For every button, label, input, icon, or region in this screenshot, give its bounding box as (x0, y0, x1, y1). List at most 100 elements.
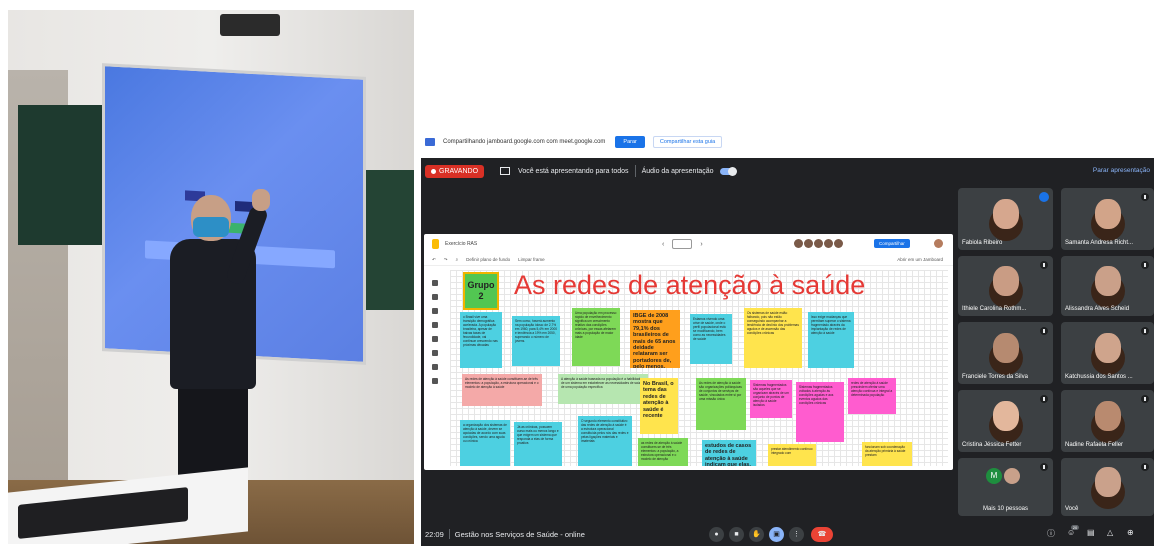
jamboard-logo-icon (432, 239, 439, 249)
people-icon[interactable]: ☺ 20 (1067, 525, 1080, 537)
sticky-note[interactable]: o Brasil vive uma transição demográfica … (460, 312, 502, 368)
avatar (824, 239, 833, 248)
prev-frame-icon[interactable]: ‹ (662, 241, 664, 248)
mic-muted-icon (1040, 463, 1048, 471)
redo-icon[interactable]: ↷ (444, 257, 448, 263)
stop-sharing-button[interactable]: Parar (615, 136, 645, 148)
participant-tile[interactable]: Franciele Torres da Silva (958, 322, 1053, 384)
next-frame-icon[interactable]: › (700, 241, 702, 248)
sticky-note[interactable]: redes de atenção à saúde prescindem ofer… (848, 378, 896, 414)
participant-name: Samanta Andresa Richt... (1065, 240, 1134, 246)
host-controls-icon[interactable]: ⊕ (1127, 528, 1134, 537)
share-this-tab-button[interactable]: Compartilhar esta guia (652, 136, 723, 148)
speaking-indicator-icon (1039, 192, 1049, 202)
undo-icon[interactable]: ↶ (432, 257, 436, 263)
document-title[interactable]: Exercício RAS (445, 241, 477, 247)
sticky-note[interactable]: Os sistemas de saúde estão falhando, poi… (744, 308, 802, 368)
presenting-status: Você está apresentando para todos (518, 167, 629, 175)
participant-tile[interactable]: Ithiele Carolina Rothm... (958, 256, 1053, 316)
select-icon[interactable] (432, 308, 438, 314)
participant-tile[interactable]: Cristina Jéssica Fetter (958, 390, 1053, 452)
chalkboard-left (18, 105, 113, 245)
recording-badge: GRAVANDO (425, 164, 485, 178)
participant-name: Cristina Jéssica Fetter (962, 442, 1022, 448)
tab-share-bar: Compartilhando jamboard.google.com com m… (421, 130, 1154, 154)
zoom-icon[interactable]: ⌕ (456, 257, 459, 262)
record-dot-icon (431, 168, 436, 174)
sticky-note[interactable]: As redes de atenção à saúde são organiza… (696, 378, 746, 430)
sticky-note[interactable]: Sistemas fragmentados voltados à atenção… (796, 382, 844, 442)
sticky-note[interactable]: prestar atendimento contínuo integrado c… (768, 444, 816, 466)
share-button[interactable]: Compartilhar (874, 239, 910, 248)
sticky-note[interactable]: As redes de atenção à saúde constituem-s… (462, 374, 542, 406)
frame-thumbnail[interactable] (672, 239, 693, 249)
participant-face (992, 333, 1019, 364)
sticky-note[interactable]: estudos de casos de redes de atenção à s… (702, 440, 756, 466)
camera-button[interactable]: ■ (729, 527, 744, 542)
participant-name: Mais 10 pessoas (982, 506, 1029, 512)
mic-muted-icon (1040, 261, 1048, 269)
avatar (814, 239, 823, 248)
set-background-button[interactable]: Definir plano de fundo (466, 257, 510, 262)
sticky-note[interactable]: O segundo elemento constitutivo das rede… (578, 416, 632, 466)
participant-face (992, 199, 1019, 230)
pen-icon[interactable] (432, 280, 438, 286)
sticky-note[interactable]: Uma população em processo rápido de enve… (572, 308, 620, 366)
participant-tile[interactable]: Nadine Rafaela Feller (1061, 390, 1154, 452)
present-now-button[interactable]: ▣ (769, 527, 784, 542)
raise-hand-button[interactable]: ✋ (749, 527, 764, 542)
leave-call-button[interactable]: ☎ (811, 527, 833, 542)
image-icon[interactable] (432, 336, 438, 342)
sticky-note[interactable]: funcionam sob coordenação da atenção pri… (862, 442, 912, 466)
account-avatar[interactable] (934, 239, 943, 248)
sticky-note-icon[interactable] (432, 322, 438, 328)
participant-tile[interactable]: Fabiola Ribeiro (958, 188, 1053, 250)
sticky-note[interactable]: a organização dos sistemas de atenção à … (460, 420, 510, 466)
share-screen-icon (425, 138, 435, 146)
meeting-controls-bar: 22:09 Gestão nos Serviços de Saúde - onl… (421, 522, 1154, 546)
jamboard-toolbar: ↶ ↷ ⌕ Definir plano de fundo Limpar fram… (424, 254, 953, 266)
sticky-note[interactable]: No Brasil, o tema das redes de atenção à… (640, 378, 678, 434)
sticky-note[interactable]: Sistemas fragmentados são aqueles que se… (750, 380, 792, 418)
group-label-note[interactable]: Grupo 2 (463, 272, 499, 310)
sticky-note[interactable]: Sem como, haverá aumento na população id… (512, 316, 560, 366)
shape-icon[interactable] (432, 350, 438, 356)
mic-muted-icon (1141, 463, 1149, 471)
participant-name: Franciele Torres da Silva (962, 374, 1028, 380)
participant-face (1094, 199, 1121, 230)
open-in-jamboard-link[interactable]: Abrir em um Jamboard (897, 257, 943, 262)
clear-frame-button[interactable]: Limpar frame (518, 257, 545, 262)
avatar (804, 239, 813, 248)
participant-tile[interactable]: Katchussia dos Santos ... (1061, 322, 1154, 384)
sticky-note[interactable]: as redes de atenção à saúde constituem-s… (638, 438, 688, 466)
jamboard-window: Exercício RAS ‹ › Compartilhar ↶ ↷ ⌕ Def… (424, 234, 953, 470)
share-status-text: Compartilhando jamboard.google.com com m… (443, 139, 606, 145)
microphone-button[interactable]: ● (709, 527, 724, 542)
participant-tile[interactable]: Samanta Andresa Richt... (1061, 188, 1154, 250)
presenter (158, 189, 270, 515)
stop-presenting-button[interactable]: Parar apresentação (1093, 167, 1150, 174)
meeting-details-icon[interactable]: ⓘ (1047, 528, 1055, 539)
face-mask (193, 217, 229, 237)
collaborator-avatars (794, 239, 843, 248)
participant-tile[interactable]: M Mais 10 pessoas (958, 458, 1053, 516)
activities-icon[interactable]: △ (1107, 528, 1113, 537)
sticky-note[interactable]: IBGE de 2008 mostra que 79,1% dos brasil… (630, 310, 680, 368)
jamboard-canvas[interactable]: Grupo 2 As redes de atenção à saúde o Br… (450, 270, 948, 466)
participant-face (1094, 333, 1121, 364)
eraser-icon[interactable] (432, 294, 438, 300)
presentation-audio-toggle[interactable] (719, 166, 737, 176)
participant-face (1094, 266, 1121, 297)
sticky-note[interactable]: Estamos vivendo uma crise de saúde, onde… (690, 314, 732, 364)
participant-tile[interactable]: Alissandra Alves Scheid (1061, 256, 1154, 316)
participant-tile[interactable]: Você (1061, 458, 1154, 516)
laser-icon[interactable] (432, 378, 438, 384)
more-options-button[interactable]: ⋮ (789, 527, 804, 542)
sticky-note[interactable]: A atenção à saúde baseada na população é… (558, 374, 648, 404)
meeting-clock: 22:09 (425, 529, 444, 539)
text-box-icon[interactable] (432, 364, 438, 370)
sticky-note[interactable]: Isso exige mudanças que permitam superar… (808, 312, 854, 368)
avatar (1004, 468, 1020, 484)
chat-icon[interactable]: ▤ (1087, 528, 1095, 537)
sticky-note[interactable]: Já as crônicas, possuem curso mais ou me… (514, 422, 562, 466)
